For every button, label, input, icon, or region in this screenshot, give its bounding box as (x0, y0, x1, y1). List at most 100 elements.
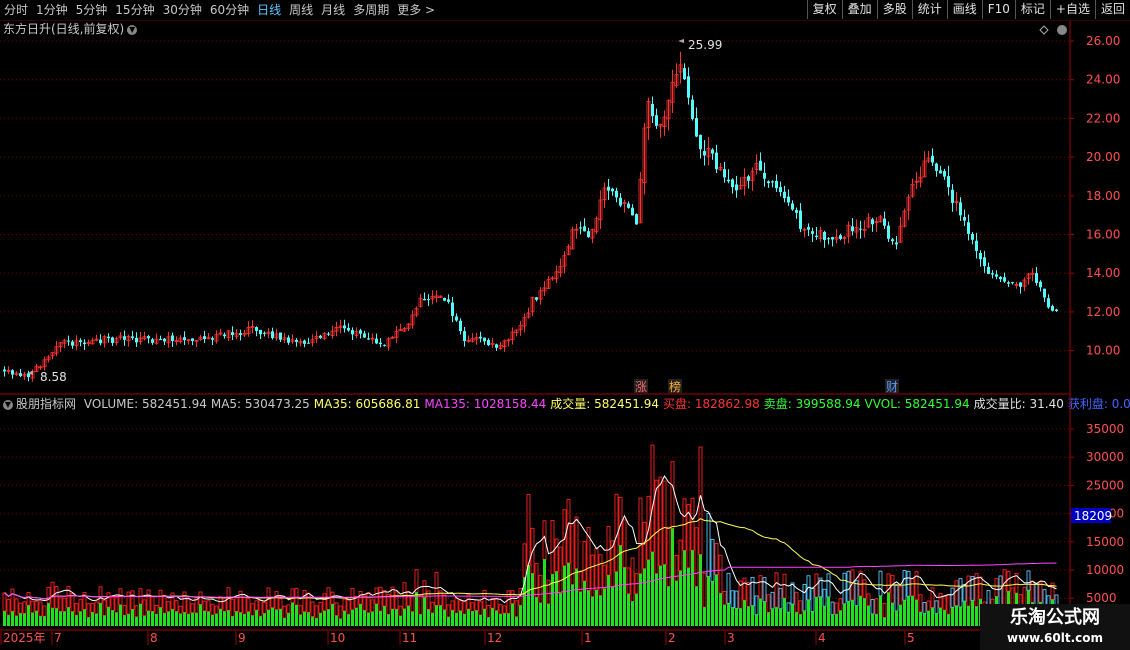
buy-volume-bar (478, 601, 483, 616)
buy-volume-bar (978, 576, 983, 600)
sell-volume-bar (815, 597, 818, 626)
candle-body (479, 336, 482, 339)
sell-volume-bar (651, 551, 654, 626)
candle-body (947, 176, 950, 188)
sell-volume-bar (687, 567, 690, 626)
price-tick-label: 18.00 (1086, 189, 1120, 203)
candle-body (443, 297, 446, 301)
sell-volume-bar (695, 586, 698, 626)
sell-volume-bar (179, 613, 182, 626)
sell-volume-bar (507, 613, 510, 626)
buy-volume-bar (130, 590, 135, 610)
buy-volume-bar (946, 594, 951, 615)
sell-volume-bar (915, 599, 918, 626)
candle-body (27, 373, 30, 378)
sell-volume-bar (419, 614, 422, 626)
sell-volume-bar (607, 575, 610, 626)
buy-volume-bar (842, 572, 847, 605)
buy-volume-bar (126, 591, 131, 615)
candle-body (159, 339, 162, 341)
buy-volume-bar (158, 589, 163, 608)
buy-volume-bar (150, 596, 155, 612)
sell-volume-bar (723, 604, 726, 626)
buy-volume-bar (58, 597, 63, 612)
volume-tick-label: 30000 (1086, 450, 1124, 464)
buy-volume-bar (546, 579, 551, 605)
sell-volume-bar (191, 612, 194, 626)
candle-body (259, 329, 262, 335)
buy-volume-bar (554, 538, 559, 572)
price-tick-label: 22.00 (1086, 111, 1120, 125)
settings-icon (1057, 25, 1067, 35)
candle-body (783, 191, 786, 199)
sell-volume-bar (367, 612, 370, 626)
sell-volume-bar (263, 613, 266, 626)
candle-body (631, 207, 634, 216)
buy-volume-bar (510, 590, 515, 605)
candle-body (295, 339, 298, 342)
sell-volume-bar (63, 611, 66, 626)
sell-volume-bar (939, 607, 942, 626)
buy-volume-bar (802, 583, 807, 612)
buy-volume-bar (954, 580, 959, 607)
buy-volume-bar (922, 602, 927, 614)
sell-volume-bar (43, 616, 46, 626)
candle-body (715, 152, 718, 170)
sell-volume-bar (851, 600, 854, 626)
buy-volume-bar (286, 604, 291, 614)
kline-chart[interactable]: 26.00 24.00 22.00 20.00 18.00 16.00 14.00 12.00… (0, 0, 1130, 650)
buy-volume-bar (690, 497, 695, 551)
sell-volume-bar (319, 613, 322, 626)
buy-volume-bar (14, 598, 19, 617)
sell-volume-bar (143, 615, 146, 626)
candle-body (971, 234, 974, 240)
buy-volume-bar (182, 591, 187, 613)
sell-volume-bar (563, 565, 566, 626)
date-tick-label: 3 (727, 631, 735, 645)
sell-volume-bar (387, 614, 390, 626)
sell-volume-bar (7, 615, 10, 626)
buy-volume-bar (186, 598, 191, 615)
candle-body (1019, 282, 1022, 287)
candle-body (931, 155, 934, 163)
sell-volume-bar (931, 607, 934, 626)
sell-volume-bar (919, 612, 922, 626)
watermark-url: www.60lt.com (1006, 631, 1104, 645)
sell-volume-bar (399, 615, 402, 626)
candle-body (635, 214, 638, 225)
sell-volume-bar (735, 608, 738, 626)
sell-volume-bar (819, 596, 822, 626)
candle-body (959, 202, 962, 216)
sell-volume-bar (747, 606, 750, 626)
candle-body (459, 320, 462, 332)
sell-volume-bar (951, 607, 954, 626)
sell-volume-bar (227, 610, 230, 626)
candle-body (887, 225, 890, 239)
sell-volume-bar (779, 608, 782, 626)
candle-body (147, 336, 150, 339)
sell-volume-bar (159, 607, 162, 626)
buy-volume-bar (30, 600, 35, 614)
buy-volume-bar (534, 563, 539, 598)
candle-body (747, 176, 750, 181)
sell-volume-bar (783, 598, 786, 626)
buy-volume-bar (926, 600, 931, 612)
buy-volume-bar (578, 570, 583, 593)
buy-volume-bar (318, 601, 323, 614)
sell-volume-bar (891, 602, 894, 626)
sell-volume-bar (575, 568, 578, 626)
buy-volume-bar (302, 589, 307, 613)
candle-body (935, 163, 938, 171)
candle-body (303, 340, 306, 344)
buy-volume-bar (38, 601, 43, 617)
candle-body (487, 340, 490, 346)
buy-volume-bar (566, 498, 571, 564)
sell-volume-bar (775, 607, 778, 626)
buy-volume-bar (2, 592, 7, 612)
date-tick-label: 1 (584, 631, 592, 645)
sell-volume-bar (55, 608, 58, 626)
candle-body (699, 134, 702, 150)
watermark: 乐淘公式网 www.60lt.com (980, 604, 1130, 650)
buy-volume-bar (782, 573, 787, 599)
candle-body (71, 341, 74, 346)
